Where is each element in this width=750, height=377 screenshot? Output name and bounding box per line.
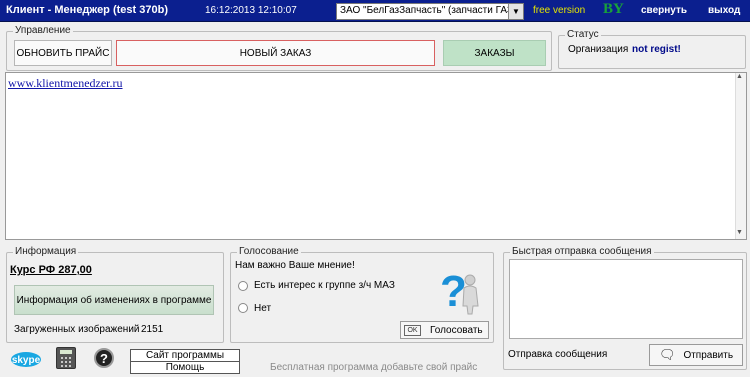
poll-option-no-label[interactable]: Нет [254, 303, 271, 314]
orders-button[interactable]: ЗАКАЗЫ [443, 40, 546, 66]
poll-option-no-radio[interactable] [238, 303, 248, 313]
calculator-icon[interactable] [56, 347, 76, 369]
exchange-rate-link[interactable]: Курс РФ 287,00 [10, 264, 92, 276]
send-message-label: Отправка сообщения [508, 349, 608, 360]
content-area[interactable] [5, 72, 747, 240]
images-loaded-label: Загруженных изображений [14, 324, 140, 335]
vertical-scrollbar[interactable] [735, 73, 746, 239]
site-link[interactable]: www.klientmenedzer.ru [8, 76, 123, 91]
status-legend: Статус [565, 29, 601, 40]
minimize-link[interactable]: свернуть [641, 5, 687, 16]
company-select-value: ЗАО "БелГазЗапчасть" (запчасти ГАЗ) [340, 5, 508, 16]
info-legend: Информация [13, 246, 79, 257]
svg-text:skype: skype [12, 355, 41, 366]
svg-text:?: ? [440, 267, 467, 316]
organization-value: not regist! [632, 44, 681, 55]
quick-message-legend: Быстрая отправка сообщения [510, 246, 654, 257]
new-order-button[interactable]: НОВЫЙ ЗАКАЗ [116, 40, 435, 66]
poll-option-maz-label[interactable]: Есть интерес к группе з/ч МАЗ [254, 280, 395, 291]
images-loaded-count: 2151 [141, 324, 164, 335]
poll-question: Нам важно Ваше мнение! [235, 260, 355, 271]
help-icon[interactable]: ? [94, 348, 114, 368]
company-select[interactable]: ЗАО "БелГазЗапчасть" (запчасти ГАЗ) ▼ [336, 3, 524, 20]
question-figure-icon: ? [440, 267, 479, 316]
send-button-label: Отправить [683, 349, 734, 361]
chat-icon: 🗨 [658, 347, 676, 362]
control-legend: Управление [13, 25, 73, 36]
footer-note: Бесплатная программа добавьте свой прайс [270, 362, 478, 373]
vote-button-label: Голосовать [430, 324, 483, 336]
scroll-down-icon[interactable]: ▼ [736, 229, 743, 236]
by-logo: BY [603, 1, 624, 17]
poll-option-maz-radio[interactable] [238, 281, 248, 291]
datetime-display: 16:12:2013 12:10:07 [205, 5, 297, 16]
help-button[interactable]: Помощь [130, 361, 240, 374]
vote-button[interactable]: OK Голосовать [400, 321, 489, 339]
update-price-button[interactable]: ОБНОВИТЬ ПРАЙС [14, 40, 112, 66]
changes-info-button[interactable]: Информация об изменениях в программе [14, 285, 214, 315]
app-title: Клиент - Менеджер (test 370b) [6, 4, 168, 16]
organization-label: Организация [568, 44, 629, 55]
ok-icon: OK [404, 324, 421, 336]
skype-icon[interactable]: skype [10, 351, 42, 368]
exit-link[interactable]: выход [708, 5, 740, 16]
scroll-up-icon[interactable]: ▲ [736, 73, 743, 80]
send-button[interactable]: 🗨 Отправить [649, 344, 743, 366]
message-textarea[interactable] [509, 259, 743, 339]
poll-legend: Голосование [237, 246, 301, 257]
chevron-down-icon[interactable]: ▼ [508, 4, 523, 19]
free-version-label: free version [533, 5, 586, 16]
